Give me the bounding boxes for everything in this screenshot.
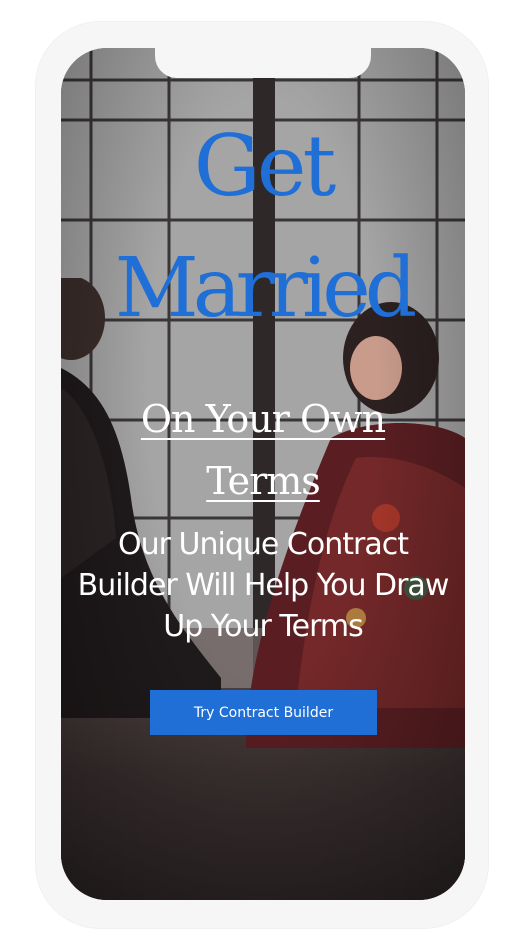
hero-tagline: Our Unique Contract Builder Will Help Yo… [77,527,450,644]
hero-headline-line2: Married [114,241,418,336]
phone-screen: Get Married On Your Own Terms Our Unique… [61,48,465,900]
hero-headline-line1: Get [193,117,337,215]
phone-notch [155,48,371,78]
hero-section: Get Married On Your Own Terms Our Unique… [61,48,465,900]
try-contract-builder-button[interactable]: Try Contract Builder [150,690,377,735]
hero-subheading: On Your Own Terms [140,397,386,503]
